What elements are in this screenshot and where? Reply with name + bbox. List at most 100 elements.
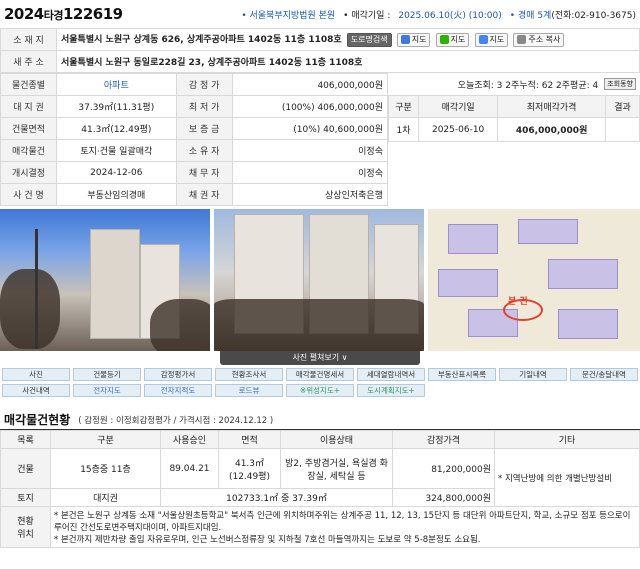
- goods-header: 감정가격: [392, 430, 495, 449]
- nav-button[interactable]: 매각물건명세서: [286, 368, 354, 381]
- info-value: 이정숙: [231, 139, 389, 162]
- info-label: 대 지 권: [0, 95, 57, 118]
- map-button-1[interactable]: 지도: [396, 32, 431, 47]
- location-value: 서울특별시 노원구 상계동 626, 상계주공아파트 1402동 11층 110…: [61, 35, 342, 46]
- location-label: 소 재 지: [0, 28, 57, 51]
- doc-nav: 사진 건물등기 감정평가서 현황조사서 매각물건명세서 세대열람내역서 부동산표시목록 기일내…: [0, 365, 640, 400]
- nav-button[interactable]: 현황조사서: [215, 368, 283, 381]
- info-label: 보 증 금: [175, 117, 233, 140]
- sale-date-label: • 매각기일 :: [343, 10, 391, 21]
- nav-button[interactable]: 전자지도: [73, 384, 141, 397]
- info-value: 41.3㎡(12.49평): [56, 117, 177, 140]
- land-area: 102733.1㎡ 중 37.39㎡: [160, 488, 393, 507]
- map-button-2[interactable]: 지도: [435, 32, 470, 47]
- info-label: 채 무 자: [175, 161, 233, 184]
- info-label: 소 유 자: [175, 139, 233, 162]
- view-stats: 오늘조회: 3 2주누적: 62 2주평균: 4 조회동향: [388, 73, 640, 95]
- nav-button[interactable]: ※위성지도+: [286, 384, 354, 397]
- nav-button[interactable]: 건물등기: [73, 368, 141, 381]
- info-value: 부동산임의경매: [56, 183, 177, 206]
- building-approval: 89.04.21: [160, 448, 219, 489]
- dept-link[interactable]: • 경매 5계: [510, 8, 552, 21]
- map-g-icon: [478, 34, 488, 44]
- road-search-button[interactable]: 도로명검색: [346, 32, 392, 47]
- photo-building-2[interactable]: [214, 209, 424, 351]
- info-value: 2024-12-06: [56, 161, 177, 184]
- history-result: [605, 117, 640, 142]
- info-value: (100%) 406,000,000원: [231, 95, 389, 118]
- address-table: 소 재 지 서울특별시 노원구 상계동 626, 상계주공아파트 1402동 1…: [0, 28, 640, 73]
- status-note: * 본건까지 제반차량 출입 자유로우며, 인근 노선버스정류장 및 지하철 7…: [54, 535, 481, 545]
- photo-strip: 본 건: [0, 209, 640, 351]
- nav-button[interactable]: 세대열람내역서: [357, 368, 425, 381]
- property-info-table: 물건종별 아파트 감 정 가 406,000,000원대 지 권 37.39㎡(11.3…: [0, 73, 389, 206]
- nav-button[interactable]: 사건내역: [2, 384, 70, 397]
- nav-button[interactable]: 기일내역: [499, 368, 567, 381]
- info-value: 37.39㎡(11.31평): [56, 95, 177, 118]
- info-value: 상상인저축은행: [231, 183, 389, 206]
- map-button-3[interactable]: 지도: [474, 32, 509, 47]
- history-price: 406,000,000원: [497, 117, 606, 142]
- sale-date: 2025.06.10(火) (10:00): [398, 10, 502, 21]
- goods-header: 목록: [0, 430, 51, 449]
- view-stats-text: 오늘조회: 3 2주누적: 62 2주평균: 4: [457, 80, 599, 91]
- info-label: 물건종별: [0, 73, 57, 96]
- dept-phone: (전화:02-910-3675): [551, 10, 636, 21]
- info-value: (10%) 40,600,000원: [231, 117, 389, 140]
- nav-button[interactable]: 부동산표시목록: [428, 368, 496, 381]
- building-area: 41.3㎡ (12.49평): [218, 448, 281, 489]
- goods-header: 이용상태: [280, 430, 393, 449]
- map-n-icon: [439, 34, 449, 44]
- history-date: 2025-06-10: [417, 117, 499, 142]
- section-title: 매각물건현황 ( 감정원 : 이정회감정평가 / 가격시점 : 2024.12.…: [0, 410, 640, 430]
- building-etc: * 지역난방에 의한 개별난방설비: [494, 448, 640, 507]
- history-header: 구분: [388, 95, 419, 118]
- info-value: 토지·건물 일괄매각: [56, 139, 177, 162]
- goods-header: 면적: [218, 430, 281, 449]
- nav-button[interactable]: 로드뷰: [215, 384, 283, 397]
- nav-button[interactable]: 전자지적도: [144, 384, 212, 397]
- history-round: 1차: [388, 117, 419, 142]
- goods-header: 구분: [50, 430, 161, 449]
- info-label: 채 권 자: [175, 183, 233, 206]
- info-label: 개시결정: [0, 161, 57, 184]
- photo-map[interactable]: 본 건: [428, 209, 640, 351]
- info-value: 이정숙: [231, 161, 389, 184]
- info-label: 사 건 명: [0, 183, 57, 206]
- info-value: 406,000,000원: [231, 73, 389, 96]
- sale-history-table: 구분 매각기일 최저매각가격 결과 1차 2025-06-10 406,000,…: [388, 95, 640, 190]
- goods-header: 기타: [494, 430, 640, 449]
- goods-header: 사용승인: [160, 430, 219, 449]
- land-kind: 대지권: [50, 488, 161, 507]
- view-trend-button[interactable]: 조회동향: [604, 78, 636, 90]
- building-kind: 15층중 11층: [50, 448, 161, 489]
- court-link[interactable]: • 서울북부지방법원 본원: [241, 8, 335, 21]
- building-use: 방2, 주방겸거실, 욕실겸 화장실, 세탁실 등: [280, 448, 393, 489]
- info-label: 감 정 가: [175, 73, 233, 96]
- building-price: 81,200,000원: [392, 448, 495, 489]
- new-address-label: 새 주 소: [0, 50, 57, 73]
- map-b-icon: [400, 34, 410, 44]
- goods-table: 목록 구분 사용승인 면적 이용상태 감정가격 기타 건물 15층중 11층 8…: [0, 430, 640, 548]
- map-marker-label: 본 건: [508, 297, 528, 307]
- history-header: 결과: [605, 95, 640, 118]
- section-subtitle: ( 감정원 : 이정회감정평가 / 가격시점 : 2024.12.12 ): [78, 415, 274, 426]
- top-bar: 2024타경122619 • 서울북부지방법원 본원 • 매각기일 : 2025…: [0, 0, 640, 28]
- copy-address-button[interactable]: 주소 복사: [513, 32, 565, 47]
- copy-icon: [517, 34, 527, 44]
- nav-button[interactable]: 사진: [2, 368, 70, 381]
- new-address-value: 서울특별시 노원구 동일로228길 23, 상계주공아파트 1402동 11층 …: [56, 50, 640, 73]
- land-price: 324,800,000원: [392, 488, 495, 507]
- info-label: 건물면적: [0, 117, 57, 140]
- photo-building-1[interactable]: [0, 209, 210, 351]
- land-label: 토지: [0, 488, 51, 507]
- info-value: 아파트: [56, 73, 177, 96]
- status-label: 현황 위치: [0, 506, 51, 548]
- status-note: * 본건은 노원구 상계동 소재 "서울상원초등학교" 북서측 인근에 위치하며…: [54, 511, 631, 533]
- nav-button[interactable]: 감정평가서: [144, 368, 212, 381]
- building-label: 건물: [0, 448, 51, 489]
- case-number: 2024타경122619: [4, 5, 123, 23]
- nav-button[interactable]: 도시계획지도+: [357, 384, 425, 397]
- nav-button[interactable]: 문건/송달내역: [570, 368, 638, 381]
- expand-photos-button[interactable]: 사진 펼쳐보기 ∨: [220, 351, 420, 365]
